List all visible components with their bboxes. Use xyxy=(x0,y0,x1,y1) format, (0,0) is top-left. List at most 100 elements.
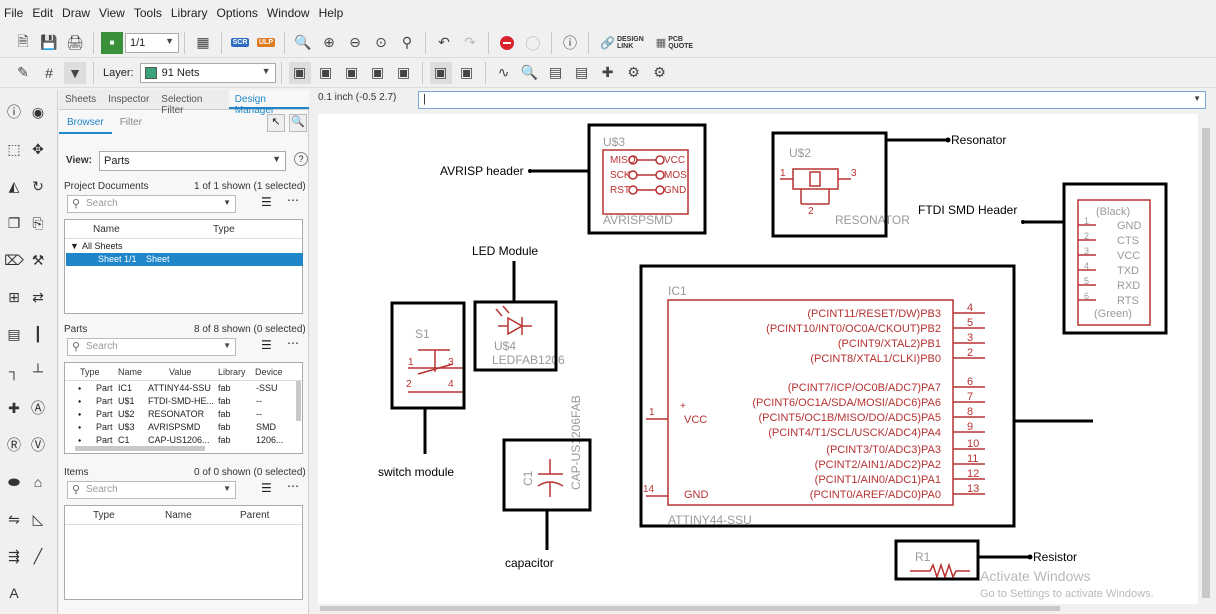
design-link-button[interactable]: 🔗 DESIGN LINK xyxy=(600,36,644,50)
led-diode[interactable] xyxy=(507,316,524,336)
list-view-icon[interactable]: ☰ xyxy=(261,195,272,209)
zoom-select-icon[interactable]: 🔍 xyxy=(289,114,307,132)
text-icon[interactable]: A xyxy=(4,583,24,603)
help-icon[interactable]: ? xyxy=(294,152,308,166)
eye-icon[interactable]: ◉ xyxy=(28,102,48,122)
bend-style-icon-2[interactable]: ▣ xyxy=(456,62,478,84)
select-icon[interactable]: ⬚ xyxy=(4,139,24,159)
parts-header-name[interactable]: Name xyxy=(118,367,142,377)
add-model-icon[interactable]: ✚ xyxy=(597,62,619,84)
tree-row-all-sheets[interactable]: ▼ All Sheets xyxy=(66,240,303,253)
menu-tools[interactable]: Tools xyxy=(134,6,162,20)
meter-icon[interactable]: ▤ xyxy=(545,62,567,84)
ulp-button[interactable]: ULP xyxy=(255,32,277,54)
table-row[interactable]: ⬩ Part U$3 AVRISPSMD fab SMD xyxy=(66,421,294,434)
go-icon[interactable]: ◯ xyxy=(522,32,544,54)
wire-style-icon-1[interactable]: ▣ xyxy=(288,61,311,84)
table-row[interactable]: ⬩ Part U$2 RESONATOR fab -- xyxy=(66,408,294,421)
parts-header-value[interactable]: Value xyxy=(169,367,191,377)
table-row[interactable]: ⬩ Part U$1 FTDI-SMD-HE... fab -- xyxy=(66,395,294,408)
wave-icon[interactable]: ∿ xyxy=(493,62,515,84)
move-icon[interactable]: ✥ xyxy=(28,139,48,159)
zoom-fit-icon[interactable]: 🔍 xyxy=(292,32,314,54)
mirror-icon[interactable]: ◭ xyxy=(4,176,24,196)
tab-filter[interactable]: Filter xyxy=(112,112,150,134)
grid-icon[interactable]: # xyxy=(38,62,60,84)
probe-icon[interactable]: 🔍 xyxy=(519,62,541,84)
tab-selection-filter[interactable]: Selection Filter xyxy=(155,90,229,116)
menu-edit[interactable]: Edit xyxy=(32,6,53,20)
sheet-combo[interactable]: 1/1 ▼ xyxy=(125,32,179,53)
tag-icon[interactable]: ⌂ xyxy=(28,472,48,492)
menu-draw[interactable]: Draw xyxy=(62,6,90,20)
filter-icon[interactable]: ▼ xyxy=(64,61,86,84)
name-icon[interactable]: Ⓡ xyxy=(4,435,24,455)
layer-combo[interactable]: 91 Nets ▼ xyxy=(139,62,276,83)
command-input[interactable]: | ▼ xyxy=(418,91,1206,109)
split-icon[interactable]: ⇋ xyxy=(4,509,24,529)
save-icon[interactable]: 💾 xyxy=(38,32,60,54)
vscroll-thumb[interactable] xyxy=(1202,128,1210,598)
wire-style-icon-5[interactable]: ▣ xyxy=(393,62,415,84)
gate-icon[interactable]: ▤ xyxy=(4,324,24,344)
pointer-icon[interactable]: ↖ xyxy=(267,114,285,132)
canvas-vertical-scrollbar[interactable] xyxy=(1198,114,1216,604)
label-icon[interactable]: Ⓐ xyxy=(28,398,48,418)
wire-style-icon-4[interactable]: ▣ xyxy=(367,62,389,84)
items-header-parent[interactable]: Parent xyxy=(240,510,269,521)
value-icon[interactable]: Ⓥ xyxy=(28,435,48,455)
undo-icon[interactable]: ↶ xyxy=(433,32,455,54)
tab-sheets[interactable]: Sheets xyxy=(59,90,102,109)
list-view-icon[interactable]: ☰ xyxy=(261,338,272,352)
parts-header-device[interactable]: Device xyxy=(255,367,283,377)
tree-row-sheet[interactable]: Sheet 1/1 Sheet xyxy=(66,253,303,266)
info-icon[interactable]: ⓘ xyxy=(4,102,24,122)
add-part-icon[interactable]: ⊞ xyxy=(4,287,24,307)
wire-icon[interactable]: ┐ xyxy=(4,361,24,381)
cam-icon[interactable]: ■ xyxy=(101,31,123,54)
pcb-quote-button[interactable]: ▦ PCB QUOTE xyxy=(656,36,693,50)
line-icon[interactable]: ╱ xyxy=(28,546,48,566)
wire-style-icon-3[interactable]: ▣ xyxy=(341,62,363,84)
bus-icon[interactable]: ┃ xyxy=(28,324,48,344)
menu-view[interactable]: View xyxy=(99,6,125,20)
items-header-name[interactable]: Name xyxy=(165,510,192,521)
print-icon[interactable]: 🖨 xyxy=(64,32,86,54)
wire-style-icon-2[interactable]: ▣ xyxy=(315,62,337,84)
replace-icon[interactable]: ⇄ xyxy=(28,287,48,307)
help-icon[interactable]: ⓘ xyxy=(559,32,581,54)
parts-header-type[interactable]: Type xyxy=(80,367,100,377)
schematic-canvas[interactable]: MISO SCK RST VCC MOSI GND 1 3 2 1 2 3 4 … xyxy=(318,114,1198,604)
copy-icon[interactable]: ❐ xyxy=(4,213,24,233)
menu-help[interactable]: Help xyxy=(319,6,344,20)
menu-library[interactable]: Library xyxy=(171,6,208,20)
docs-search-input[interactable]: ⚲ Search ▼ xyxy=(67,195,236,213)
items-header-type[interactable]: Type xyxy=(93,510,115,521)
new-file-icon[interactable]: 🗎 xyxy=(12,32,34,54)
zoom-area-icon[interactable]: ⚲ xyxy=(396,32,418,54)
tab-inspector[interactable]: Inspector xyxy=(102,90,155,109)
delete-icon[interactable]: ⌦ xyxy=(4,250,24,270)
smash-icon[interactable]: ⬬ xyxy=(4,472,24,492)
items-search-input[interactable]: ⚲ Search ▼ xyxy=(67,481,236,499)
docs-header-type[interactable]: Type xyxy=(213,224,235,235)
tab-design-manager[interactable]: Design Manager xyxy=(228,90,309,116)
zoom-redraw-icon[interactable]: ⊙ xyxy=(370,32,392,54)
more-icon[interactable]: ⋯ xyxy=(287,479,299,493)
layer-settings-icon[interactable]: ✎ xyxy=(12,62,34,84)
junction-icon[interactable]: ✚ xyxy=(4,398,24,418)
hscroll-thumb[interactable] xyxy=(320,606,1060,611)
menu-window[interactable]: Window xyxy=(267,6,310,20)
resistor-zigzag[interactable] xyxy=(910,562,970,580)
net-icon[interactable]: ┴ xyxy=(28,361,48,381)
zoom-out-icon[interactable]: ⊖ xyxy=(344,32,366,54)
invoke-icon[interactable]: ⇶ xyxy=(4,546,24,566)
script-button[interactable]: SCR xyxy=(229,32,251,54)
redo-icon[interactable]: ↷ xyxy=(459,32,481,54)
menu-options[interactable]: Options xyxy=(217,6,258,20)
miter-icon[interactable]: ◺ xyxy=(28,509,48,529)
gear-icon[interactable]: ⚙ xyxy=(623,62,645,84)
canvas-horizontal-scrollbar[interactable] xyxy=(318,604,1198,614)
tab-browser[interactable]: Browser xyxy=(59,112,112,134)
board-icon[interactable]: ▦ xyxy=(192,32,214,54)
